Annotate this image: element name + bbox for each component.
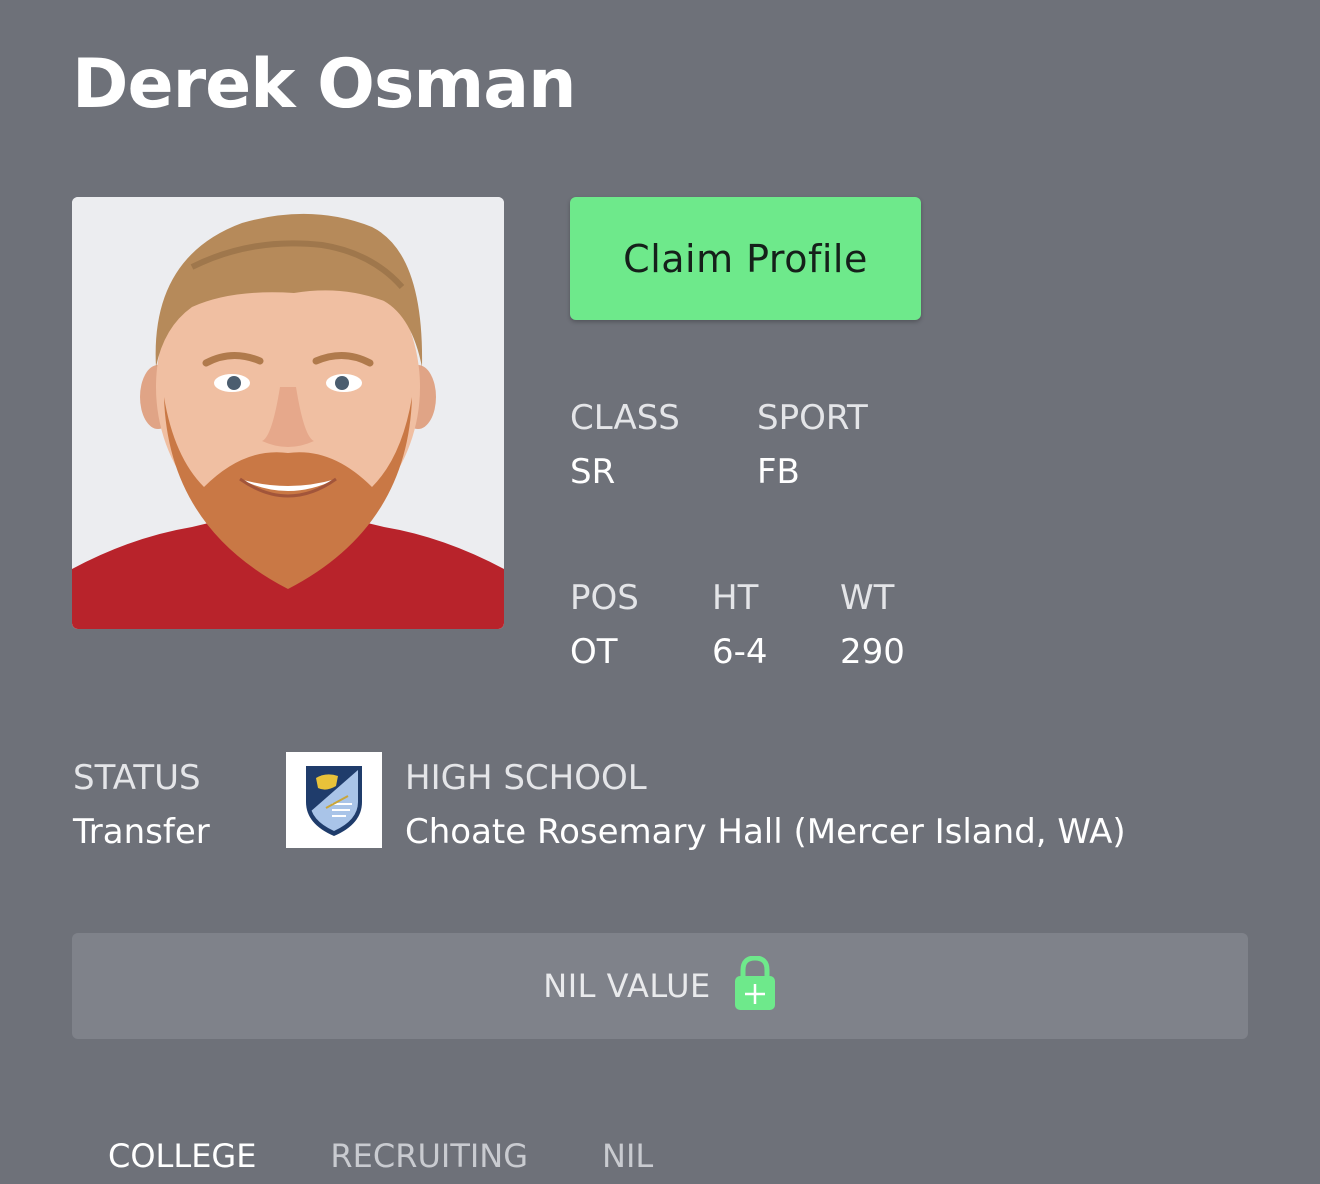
class-value: SR — [570, 452, 616, 492]
stat-ht: HT 6-4 — [712, 578, 768, 672]
claim-profile-button[interactable]: Claim Profile — [570, 197, 921, 320]
tab-college[interactable]: COLLEGE — [108, 1137, 256, 1175]
class-label: CLASS — [570, 398, 680, 438]
tab-nil[interactable]: NIL — [602, 1137, 653, 1175]
stat-sport: SPORT FB — [757, 398, 868, 492]
player-photo — [72, 197, 504, 629]
wt-value: 290 — [840, 632, 905, 672]
sport-label: SPORT — [757, 398, 868, 438]
status-label: STATUS — [73, 758, 201, 798]
profile-tabs: COLLEGE RECRUITING NIL — [108, 1137, 727, 1175]
high-school-value[interactable]: Choate Rosemary Hall (Mercer Island, WA) — [405, 812, 1126, 852]
sport-value: FB — [757, 452, 800, 492]
pos-label: POS — [570, 578, 639, 618]
status-value: Transfer — [73, 812, 210, 852]
high-school-label: HIGH SCHOOL — [405, 758, 647, 798]
player-name: Derek Osman — [72, 45, 577, 124]
wt-label: WT — [840, 578, 895, 618]
ht-value: 6-4 — [712, 632, 768, 672]
stat-status: STATUS Transfer — [73, 758, 210, 852]
school-crest-icon — [286, 752, 382, 848]
school-logo[interactable] — [286, 752, 382, 848]
tab-recruiting[interactable]: RECRUITING — [330, 1137, 528, 1175]
pos-value: OT — [570, 632, 618, 672]
nil-value-label: NIL VALUE — [543, 967, 711, 1005]
stat-class: CLASS SR — [570, 398, 680, 492]
ht-label: HT — [712, 578, 759, 618]
stat-pos: POS OT — [570, 578, 639, 672]
stat-high-school: HIGH SCHOOL Choate Rosemary Hall (Mercer… — [405, 758, 1126, 852]
stat-wt: WT 290 — [840, 578, 905, 672]
nil-value-bar[interactable]: NIL VALUE — [72, 933, 1248, 1039]
lock-plus-icon — [733, 954, 777, 1017]
